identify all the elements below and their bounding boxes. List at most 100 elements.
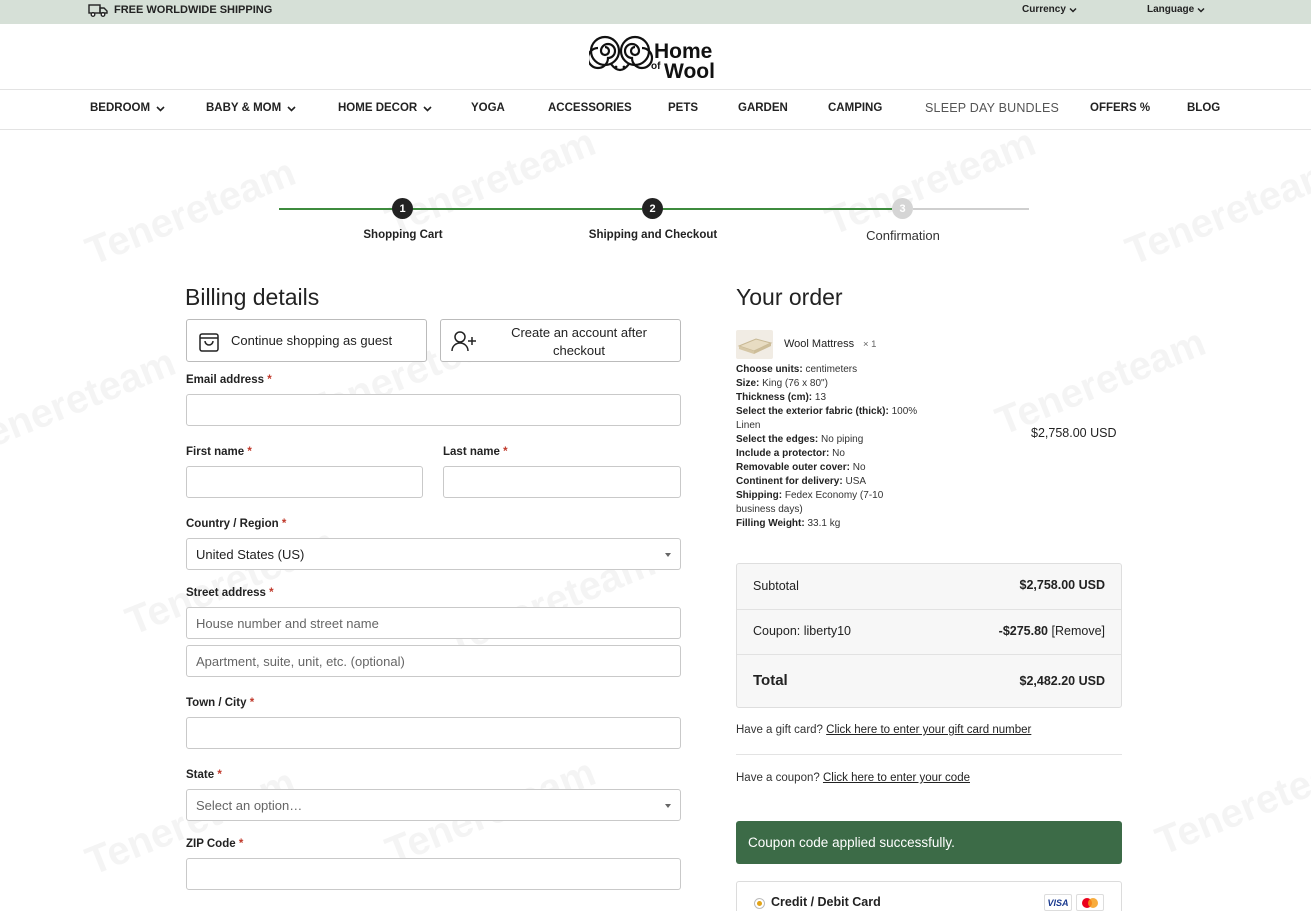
email-field[interactable] — [186, 394, 681, 426]
site-header: Home of Wool — [0, 24, 1311, 90]
nav-label: HOME DECOR — [338, 102, 418, 114]
nav-label: BABY & MOM — [206, 102, 282, 114]
nav-item-bedroom[interactable]: BEDROOM — [90, 102, 165, 114]
nav-item-yoga[interactable]: YOGA — [471, 102, 505, 114]
coupon-notice: Have a coupon? Click here to enter your … — [736, 772, 970, 784]
email-label: Email address * — [186, 374, 272, 386]
truck-icon — [88, 4, 108, 17]
chevron-down-icon — [1197, 7, 1205, 13]
country-value: United States (US) — [196, 546, 305, 562]
nav-label: CAMPING — [828, 102, 883, 114]
nav-label: YOGA — [471, 102, 505, 114]
enter-coupon-link[interactable]: Click here to enter your code — [823, 772, 970, 784]
shopping-bag-icon — [199, 333, 219, 352]
payment-radio[interactable] — [754, 898, 765, 909]
required-mark: * — [249, 697, 255, 709]
coupon-label: Coupon: liberty10 — [753, 624, 851, 638]
chevron-down-icon — [1069, 7, 1077, 13]
nav-label: BEDROOM — [90, 102, 151, 114]
currency-label: Currency — [1022, 4, 1066, 15]
guest-button-label: Continue shopping as guest — [231, 333, 393, 348]
meta-row: Removable outer cover: No — [736, 462, 866, 473]
street-address-field[interactable]: House number and street name — [186, 607, 681, 639]
nav-item-offers[interactable]: OFFERS % — [1090, 102, 1150, 114]
mastercard-icon — [1076, 894, 1104, 911]
meta-row: Filling Weight: 33.1 kg — [736, 518, 841, 529]
logo-text-wool: Wool — [664, 60, 715, 80]
meta-row: Select the exterior fabric (thick): 100% — [736, 406, 918, 417]
gift-card-link[interactable]: Click here to enter your gift card numbe… — [826, 724, 1031, 736]
nav-item-baby-mom[interactable]: BABY & MOM — [206, 102, 296, 114]
mattress-image — [737, 338, 773, 354]
nav-label: SLEEP DAY BUNDLES — [925, 101, 1060, 115]
watermark-text: Tenereteam — [1120, 150, 1311, 275]
nav-item-sleep-day-bundles[interactable]: SLEEP DAY BUNDLES — [925, 101, 1059, 115]
add-user-icon — [451, 331, 476, 352]
coupon-row: Coupon: liberty10 -$275.80 [Remove] — [737, 610, 1121, 655]
visa-icon: VISA — [1044, 894, 1072, 911]
country-label: Country / Region * — [186, 518, 287, 530]
language-selector[interactable]: Language — [1147, 4, 1205, 15]
last-name-field[interactable] — [443, 466, 681, 498]
gift-card-notice: Have a gift card? Click here to enter yo… — [736, 724, 1032, 736]
billing-details-title: Billing details — [185, 284, 320, 310]
city-field[interactable] — [186, 717, 681, 749]
step-1-label[interactable]: Shopping Cart — [363, 229, 442, 241]
nav-item-pets[interactable]: PETS — [668, 102, 698, 114]
watermark-text: Tenereteam — [0, 340, 182, 465]
city-label: Town / City * — [186, 697, 255, 709]
state-select[interactable]: Select an option… — [186, 789, 681, 821]
order-totals-table: Subtotal $2,758.00 USD Coupon: liberty10… — [736, 563, 1122, 708]
chevron-down-icon — [423, 105, 432, 112]
top-announcement-bar: FREE WORLDWIDE SHIPPING Currency Languag… — [0, 0, 1311, 24]
required-mark: * — [267, 374, 272, 386]
language-label: Language — [1147, 4, 1195, 15]
subtotal-row: Subtotal $2,758.00 USD — [737, 564, 1121, 610]
continue-as-guest-button[interactable]: Continue shopping as guest — [186, 319, 427, 362]
apartment-placeholder: Apartment, suite, unit, etc. (optional) — [196, 653, 405, 669]
street-placeholder: House number and street name — [196, 615, 379, 631]
nav-item-accessories[interactable]: ACCESSORIES — [548, 102, 632, 114]
nav-item-garden[interactable]: GARDEN — [738, 102, 788, 114]
required-mark: * — [269, 587, 274, 599]
state-placeholder: Select an option… — [196, 797, 303, 813]
main-navigation: BEDROOM BABY & MOM HOME DECOR YOGA ACCES… — [0, 90, 1311, 130]
street-address-label: Street address * — [186, 587, 274, 599]
meta-row: Continent for delivery: USA — [736, 476, 867, 487]
nav-item-home-decor[interactable]: HOME DECOR — [338, 102, 432, 114]
state-label: State * — [186, 769, 222, 781]
checkout-progress-stepper: 1 2 3 Shopping Cart Shipping and Checkou… — [279, 196, 1029, 246]
home-of-wool-logo[interactable]: Home of Wool — [589, 34, 719, 80]
total-label: Total — [753, 672, 788, 689]
nav-item-camping[interactable]: CAMPING — [828, 102, 882, 114]
product-meta-list: Choose units: centimeters Size: King (76… — [736, 363, 917, 531]
meta-row: Thickness (cm): 13 — [736, 392, 827, 403]
payment-method-credit-card[interactable]: Credit / Debit Card VISA — [736, 881, 1122, 911]
total-row: Total $2,482.20 USD — [737, 655, 1121, 707]
chevron-down-icon — [287, 105, 296, 112]
step-1-badge: 1 — [392, 198, 413, 219]
zip-field[interactable] — [186, 858, 681, 890]
required-mark: * — [217, 769, 222, 781]
divider — [736, 754, 1122, 755]
nav-item-blog[interactable]: BLOG — [1187, 102, 1220, 114]
apartment-field[interactable]: Apartment, suite, unit, etc. (optional) — [186, 645, 681, 677]
required-mark: * — [238, 838, 244, 850]
create-account-button[interactable]: Create an account after checkout — [440, 319, 681, 362]
coupon-success-message: Coupon code applied successfully. — [736, 821, 1122, 864]
nav-label: OFFERS % — [1090, 102, 1151, 114]
nav-label: PETS — [668, 102, 699, 114]
required-mark: * — [281, 518, 287, 530]
watermark-text: Tenereteam — [1150, 740, 1311, 865]
meta-row: business days) — [736, 504, 803, 515]
progress-line-pending — [913, 208, 1029, 210]
first-name-field[interactable] — [186, 466, 423, 498]
last-name-label: Last name * — [443, 446, 508, 458]
progress-line-complete — [279, 208, 642, 210]
step-3-badge: 3 — [892, 198, 913, 219]
currency-selector[interactable]: Currency — [1022, 4, 1077, 15]
coupon-discount: -$275.80 [Remove] — [998, 624, 1106, 638]
country-select[interactable]: United States (US) — [186, 538, 681, 570]
first-name-label: First name * — [186, 446, 252, 458]
remove-coupon-link[interactable]: [Remove] — [1052, 624, 1106, 638]
